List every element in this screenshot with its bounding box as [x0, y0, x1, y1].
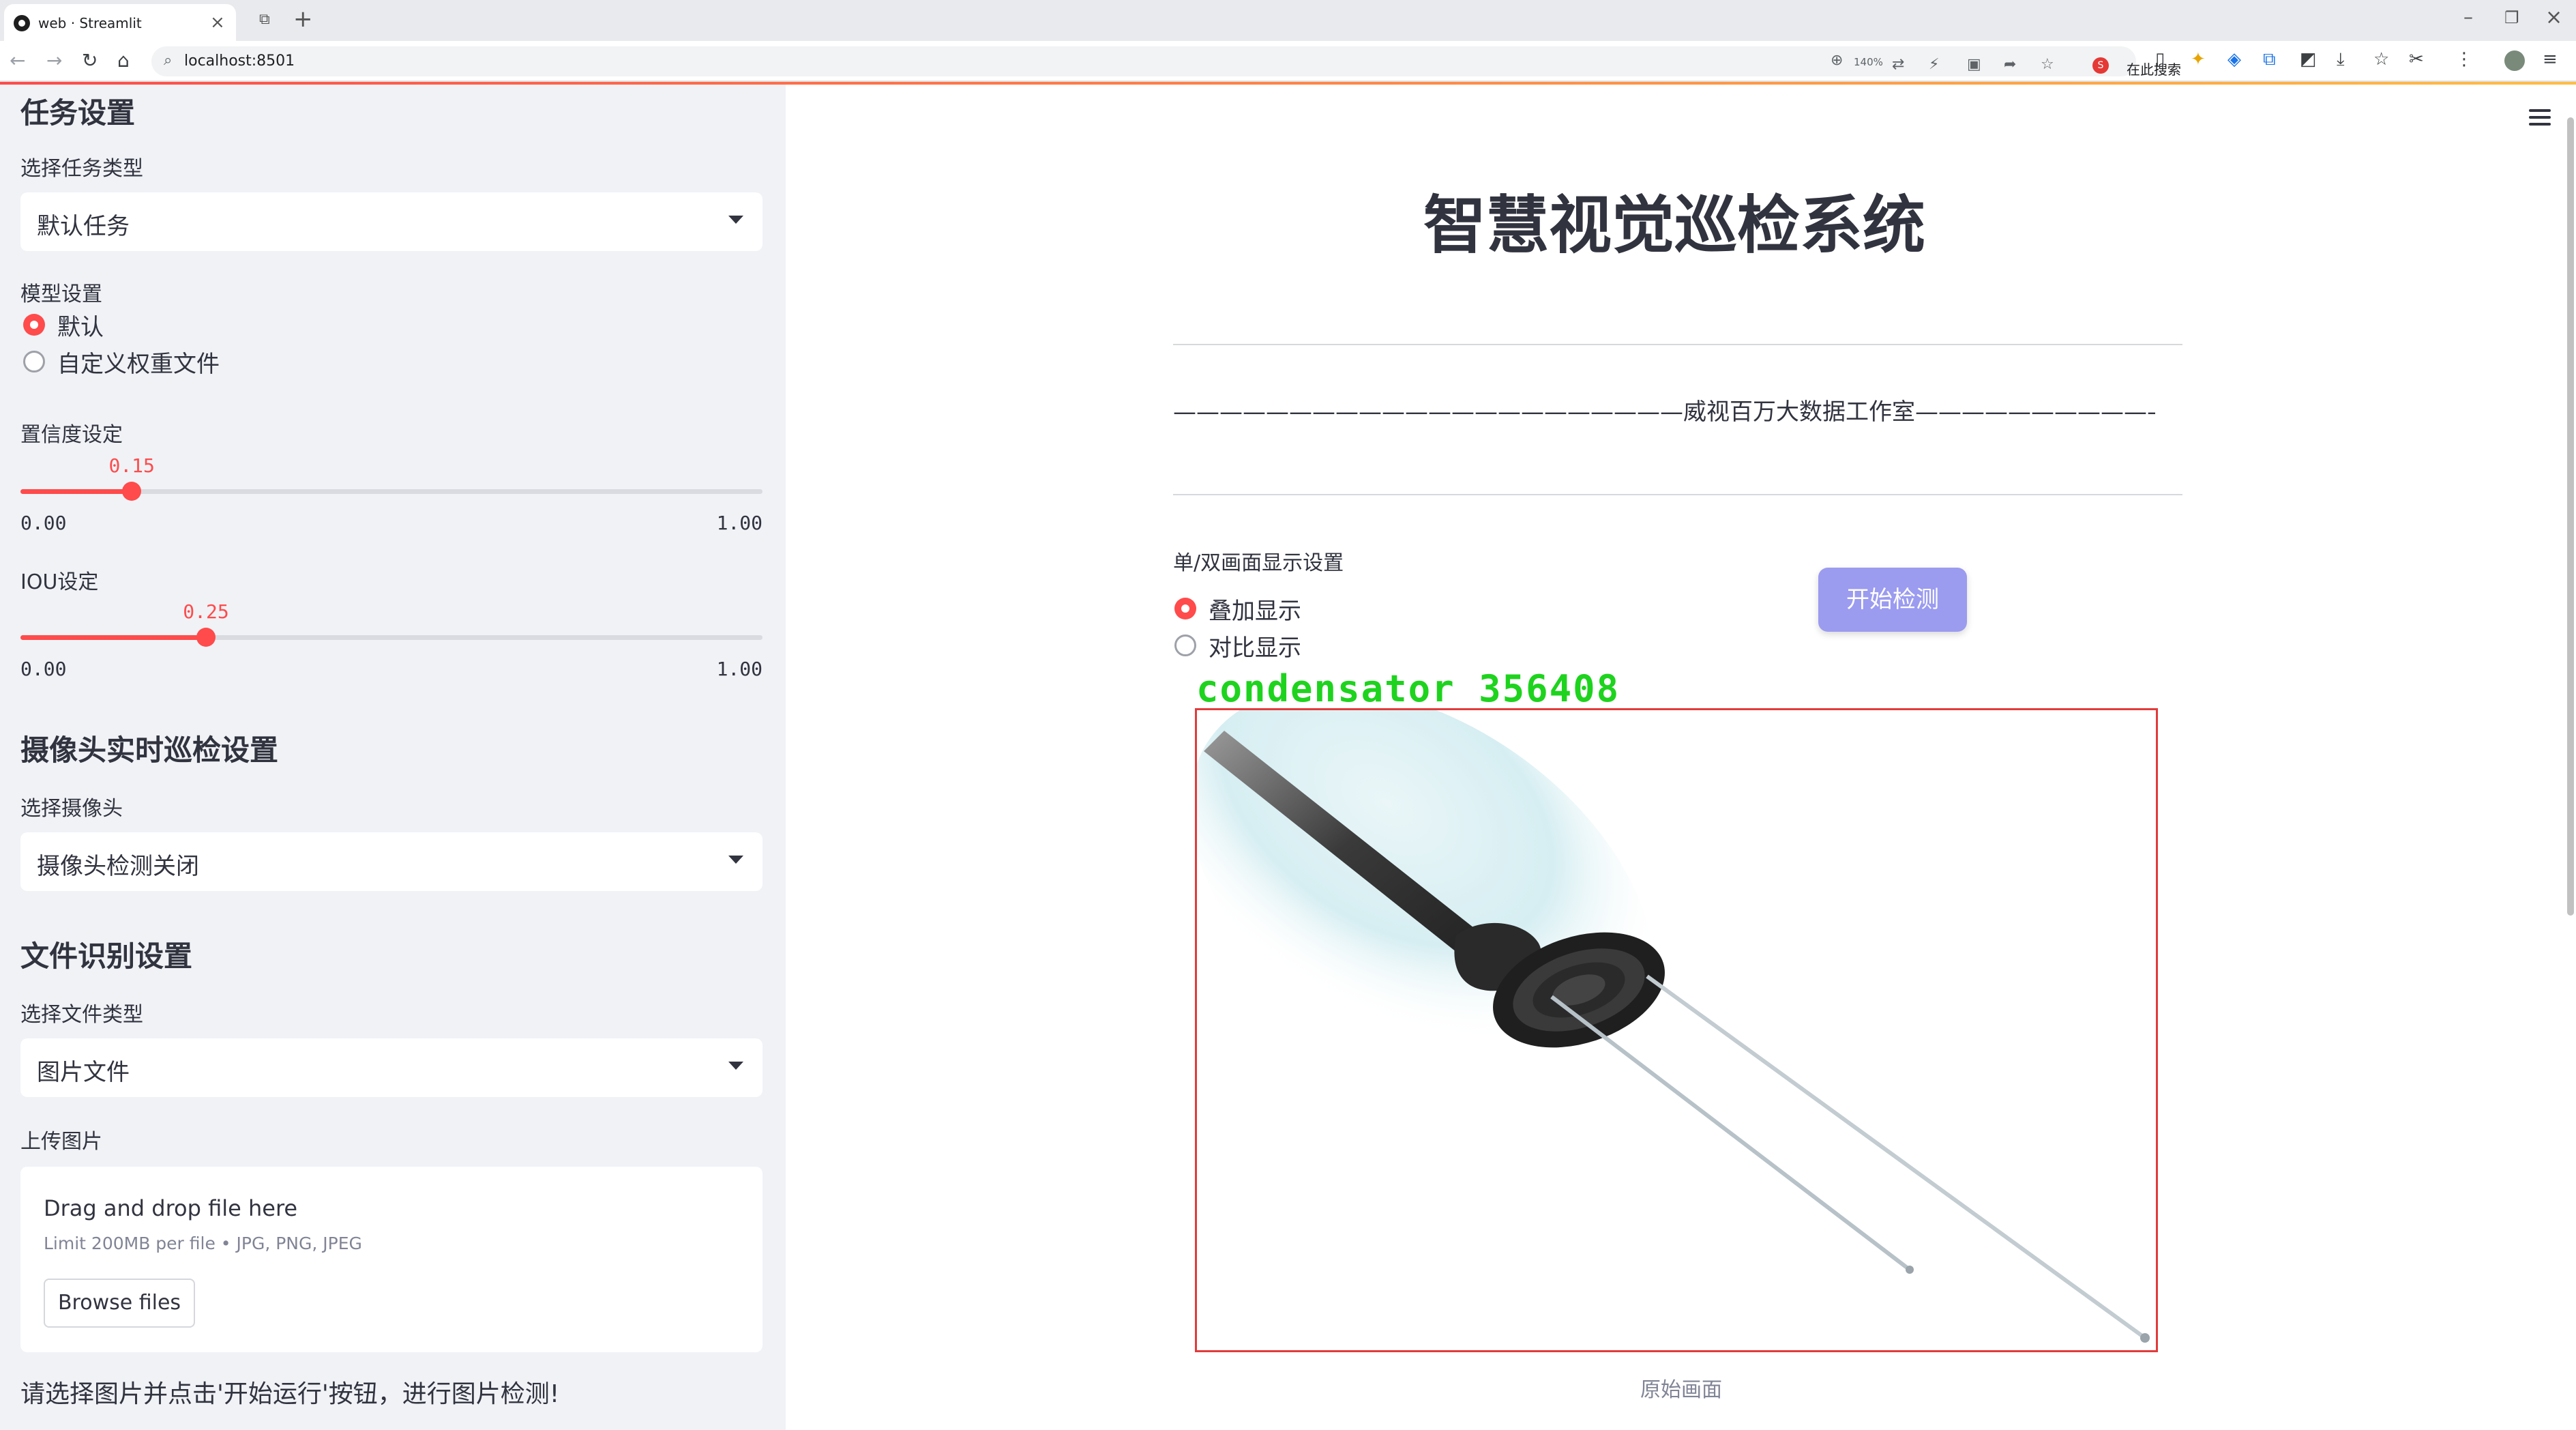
file-uploader-dropzone[interactable]: Drag and drop file here Limit 200MB per …	[20, 1167, 763, 1352]
main-menu-icon[interactable]	[2529, 109, 2551, 130]
task-type-value: 默认任务	[37, 213, 130, 240]
model-option-custom: 自定义权重文件	[57, 351, 220, 378]
browser-menu-icon[interactable]: ≡	[2543, 49, 2558, 70]
browser-tab-bar: web · Streamlit × ⧉ + – ❐ ×	[0, 0, 2576, 41]
tab-groups-icon[interactable]: ⧉	[259, 11, 270, 28]
tab-close-icon[interactable]: ×	[210, 12, 225, 33]
browser-search-box[interactable]: S 在此搜索	[2087, 53, 2285, 81]
window-minimize-icon[interactable]: –	[2463, 5, 2473, 28]
window-close-icon[interactable]: ×	[2545, 5, 2562, 29]
browser-tab[interactable]: web · Streamlit ×	[4, 4, 236, 41]
tab-title: web · Streamlit	[38, 15, 142, 31]
url-field[interactable]: ⌕ localhost:8501 ⊕ 140% ⇄ ⚡ ▣ ➦ ☆ S 在此搜索	[151, 46, 2181, 78]
chevron-down-icon	[728, 1062, 743, 1070]
task-type-label: 选择任务类型	[20, 157, 143, 181]
scissors-icon[interactable]: ✂	[2409, 49, 2424, 70]
site-info-icon[interactable]: ⌕	[164, 52, 172, 69]
iou-value: 0.25	[183, 600, 229, 623]
confidence-slider-fill	[20, 489, 132, 494]
model-option-default: 默认	[57, 314, 104, 341]
translate-icon[interactable]: ⇄	[1892, 56, 1904, 73]
share-icon[interactable]: ➦	[2004, 56, 2016, 73]
streamlit-favicon-icon	[14, 15, 30, 31]
capacitor-image	[1197, 710, 2150, 1343]
browse-files-button[interactable]: Browse files	[44, 1279, 195, 1328]
iou-slider[interactable]	[20, 628, 763, 647]
zoom-icon[interactable]: ⊕	[1831, 52, 1843, 69]
file-settings-header: 文件识别设置	[20, 939, 193, 973]
iou-max: 1.00	[716, 658, 763, 680]
url-text[interactable]: localhost:8501	[184, 53, 295, 70]
sidebar: 任务设置 选择任务类型 默认任务 模型设置 默认 自定义权重文件 置信度设定 0…	[0, 85, 786, 1430]
extension-copy-icon[interactable]: ⧉	[2263, 49, 2276, 70]
page-title: 智慧视觉巡检系统	[1423, 189, 1925, 262]
lightning-icon[interactable]: ⚡	[1929, 56, 1939, 73]
main-scrollbar[interactable]	[2567, 117, 2574, 916]
back-icon[interactable]: ←	[10, 49, 25, 72]
iou-slider-fill	[20, 635, 206, 640]
confidence-label: 置信度设定	[20, 423, 123, 447]
divider-bottom	[1173, 494, 2182, 495]
upload-limit-text: Limit 200MB per file • JPG, PNG, JPEG	[44, 1234, 362, 1253]
home-icon[interactable]: ⌂	[117, 49, 130, 72]
extension-color-icon[interactable]: ✦	[2191, 49, 2206, 70]
confidence-max: 1.00	[716, 512, 763, 534]
favorites-star-icon[interactable]: ☆	[2373, 49, 2389, 70]
reload-icon[interactable]: ↻	[82, 49, 98, 72]
upload-drag-text: Drag and drop file here	[44, 1195, 298, 1221]
chevron-down-icon	[728, 856, 743, 864]
camera-settings-header: 摄像头实时巡检设置	[20, 733, 279, 767]
confidence-value: 0.15	[108, 454, 155, 477]
forward-icon[interactable]: →	[46, 49, 62, 72]
detection-label: condensator 356408	[1196, 667, 1620, 710]
confidence-min: 0.00	[20, 512, 67, 534]
new-tab-icon[interactable]: +	[293, 5, 313, 33]
file-type-label: 选择文件类型	[20, 1003, 143, 1027]
divider-top	[1173, 344, 2182, 345]
task-settings-header: 任务设置	[20, 96, 136, 130]
extension-dark-icon[interactable]: ◩	[2300, 49, 2317, 70]
radio-checked-icon[interactable]	[23, 314, 45, 336]
search-engine-icon: S	[2092, 57, 2109, 74]
sidebar-hint-text: 请选择图片并点击'开始运行'按钮，进行图片检测!	[20, 1380, 560, 1408]
camera-select[interactable]: 摄像头检测关闭	[20, 832, 763, 891]
bookmark-star-icon[interactable]: ☆	[2041, 56, 2054, 73]
extension-blue-icon[interactable]: ◈	[2227, 49, 2241, 70]
studio-subtitle: ——————————————————————威视百万大数据工作室————————…	[1173, 398, 2155, 426]
camera-label: 选择摄像头	[20, 797, 123, 821]
profile-avatar[interactable]	[2504, 50, 2525, 71]
more-vertical-icon[interactable]: ⋮	[2455, 49, 2473, 70]
start-detection-button[interactable]: 开始检测	[1818, 568, 1967, 632]
model-settings-label: 模型设置	[20, 282, 102, 306]
confidence-slider[interactable]	[20, 482, 763, 501]
image-caption: 原始画面	[1640, 1378, 1722, 1402]
radio-unchecked-icon[interactable]	[23, 351, 45, 373]
main-content: 智慧视觉巡检系统 ——————————————————————威视百万大数据工作…	[786, 85, 2576, 1430]
display-mode-label: 单/双画面显示设置	[1173, 551, 1344, 575]
zoom-level[interactable]: 140%	[1854, 56, 1883, 68]
display-option-overlay: 叠加显示	[1209, 598, 1301, 625]
screenshot-icon[interactable]: ▣	[1967, 56, 1981, 73]
radio-unchecked-icon[interactable]	[1174, 634, 1196, 656]
radio-checked-icon[interactable]	[1174, 598, 1196, 619]
camera-value: 摄像头检测关闭	[37, 853, 199, 880]
iou-label: IOU设定	[20, 570, 99, 594]
iou-slider-handle[interactable]	[196, 628, 216, 647]
file-type-value: 图片文件	[37, 1059, 130, 1086]
task-type-select[interactable]: 默认任务	[20, 192, 763, 251]
display-option-compare: 对比显示	[1209, 634, 1301, 662]
mobile-icon[interactable]: ▯	[2155, 49, 2165, 70]
chevron-down-icon	[728, 216, 743, 224]
confidence-slider-handle[interactable]	[122, 482, 142, 501]
window-restore-icon[interactable]: ❐	[2504, 8, 2519, 27]
detection-result-image	[1195, 708, 2158, 1352]
download-icon[interactable]: ⤓	[2337, 49, 2345, 70]
iou-min: 0.00	[20, 658, 67, 680]
file-type-select[interactable]: 图片文件	[20, 1038, 763, 1097]
search-placeholder[interactable]: 在此搜索	[2127, 59, 2181, 78]
address-bar-row: ← → ↻ ⌂ ⌕ localhost:8501 ⊕ 140% ⇄ ⚡ ▣ ➦ …	[0, 41, 2576, 82]
upload-label: 上传图片	[20, 1130, 102, 1154]
